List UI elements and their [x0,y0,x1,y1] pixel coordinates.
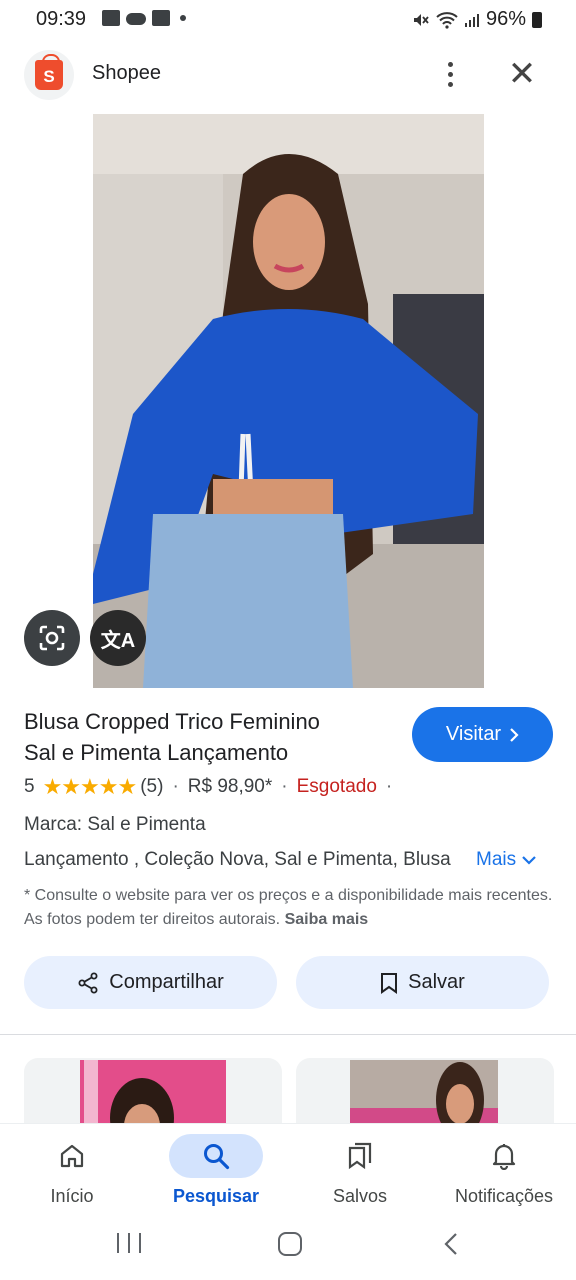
search-icon [204,1144,230,1170]
tags-line: Lançamento , Coleção Nova, Sal e Pimenta… [24,849,451,870]
notification-icons [102,10,186,26]
chevron-down-icon [522,856,536,865]
mute-icon [413,13,429,26]
signal-icon [464,13,479,27]
more-details-button[interactable]: Mais [476,849,536,871]
source-logo[interactable]: S [24,50,74,100]
system-navigation-bar [0,1223,576,1280]
bottom-navigation: Início Pesquisar Salvos Notificações [0,1123,576,1223]
google-lens-button[interactable] [24,610,80,666]
chevron-right-icon [510,727,519,742]
gallery-icon [102,10,120,26]
news-icon [152,10,170,26]
wifi-icon [436,11,458,29]
bell-icon [492,1144,516,1170]
source-name[interactable]: Shopee [92,62,161,85]
back-button[interactable] [442,1232,462,1256]
close-button[interactable]: ✕ [500,54,544,94]
star-rating-icon: ★★★★★ [42,774,138,799]
availability-status: Esgotado [296,776,377,797]
source-header: S Shopee ✕ [0,44,576,104]
brand-line: Marca: Sal e Pimenta [24,814,206,835]
status-bar: 09:39 96% [0,0,576,40]
battery-icon [532,11,542,28]
visit-button[interactable]: Visitar [412,707,553,762]
rating-row: 5 ★★★★★ (5) · R$ 98,90* · Esgotado · [24,774,393,799]
share-icon [78,972,98,993]
more-notifications-dot-icon [180,15,186,21]
nav-search-label: Pesquisar [172,1186,260,1206]
share-button[interactable]: Compartilhar [24,956,277,1009]
save-button[interactable]: Salvar [296,956,549,1009]
more-vert-icon [447,61,453,67]
nav-saved[interactable]: Salvos [288,1124,432,1224]
lens-icon [39,625,65,651]
learn-more-link[interactable]: Saiba mais [285,911,369,928]
product-title[interactable]: Blusa Cropped Trico Feminino Sal e Pimen… [24,706,394,768]
divider [0,1034,576,1035]
nav-search[interactable]: Pesquisar [144,1124,288,1224]
home-icon [60,1144,84,1168]
nav-notifications[interactable]: Notificações [432,1124,576,1224]
nav-saved-label: Salvos [332,1186,388,1206]
translate-button[interactable]: 文A [90,610,146,666]
home-button[interactable] [278,1232,302,1256]
rating-value: 5 [24,776,35,797]
translate-icon: 文A [100,629,136,652]
product-image[interactable] [93,114,484,688]
battery-percent: 96% [485,8,526,30]
nav-notifications-label: Notificações [454,1186,554,1206]
bookmarks-icon [348,1142,372,1170]
system-status: 96% [412,8,542,31]
cloud-icon [126,13,146,25]
recents-button[interactable] [117,1233,141,1253]
status-time: 09:39 [36,8,87,30]
nav-home[interactable]: Início [0,1124,144,1224]
nav-home-label: Início [50,1186,94,1206]
shopee-logo-icon: S [35,54,63,90]
price: R$ 98,90* [187,776,273,797]
disclaimer: * Consulte o website para ver os preços … [24,887,553,928]
review-count: (5) [140,776,164,797]
close-icon: ✕ [507,55,537,93]
bookmark-icon [381,972,398,994]
more-options-button[interactable] [430,54,470,94]
